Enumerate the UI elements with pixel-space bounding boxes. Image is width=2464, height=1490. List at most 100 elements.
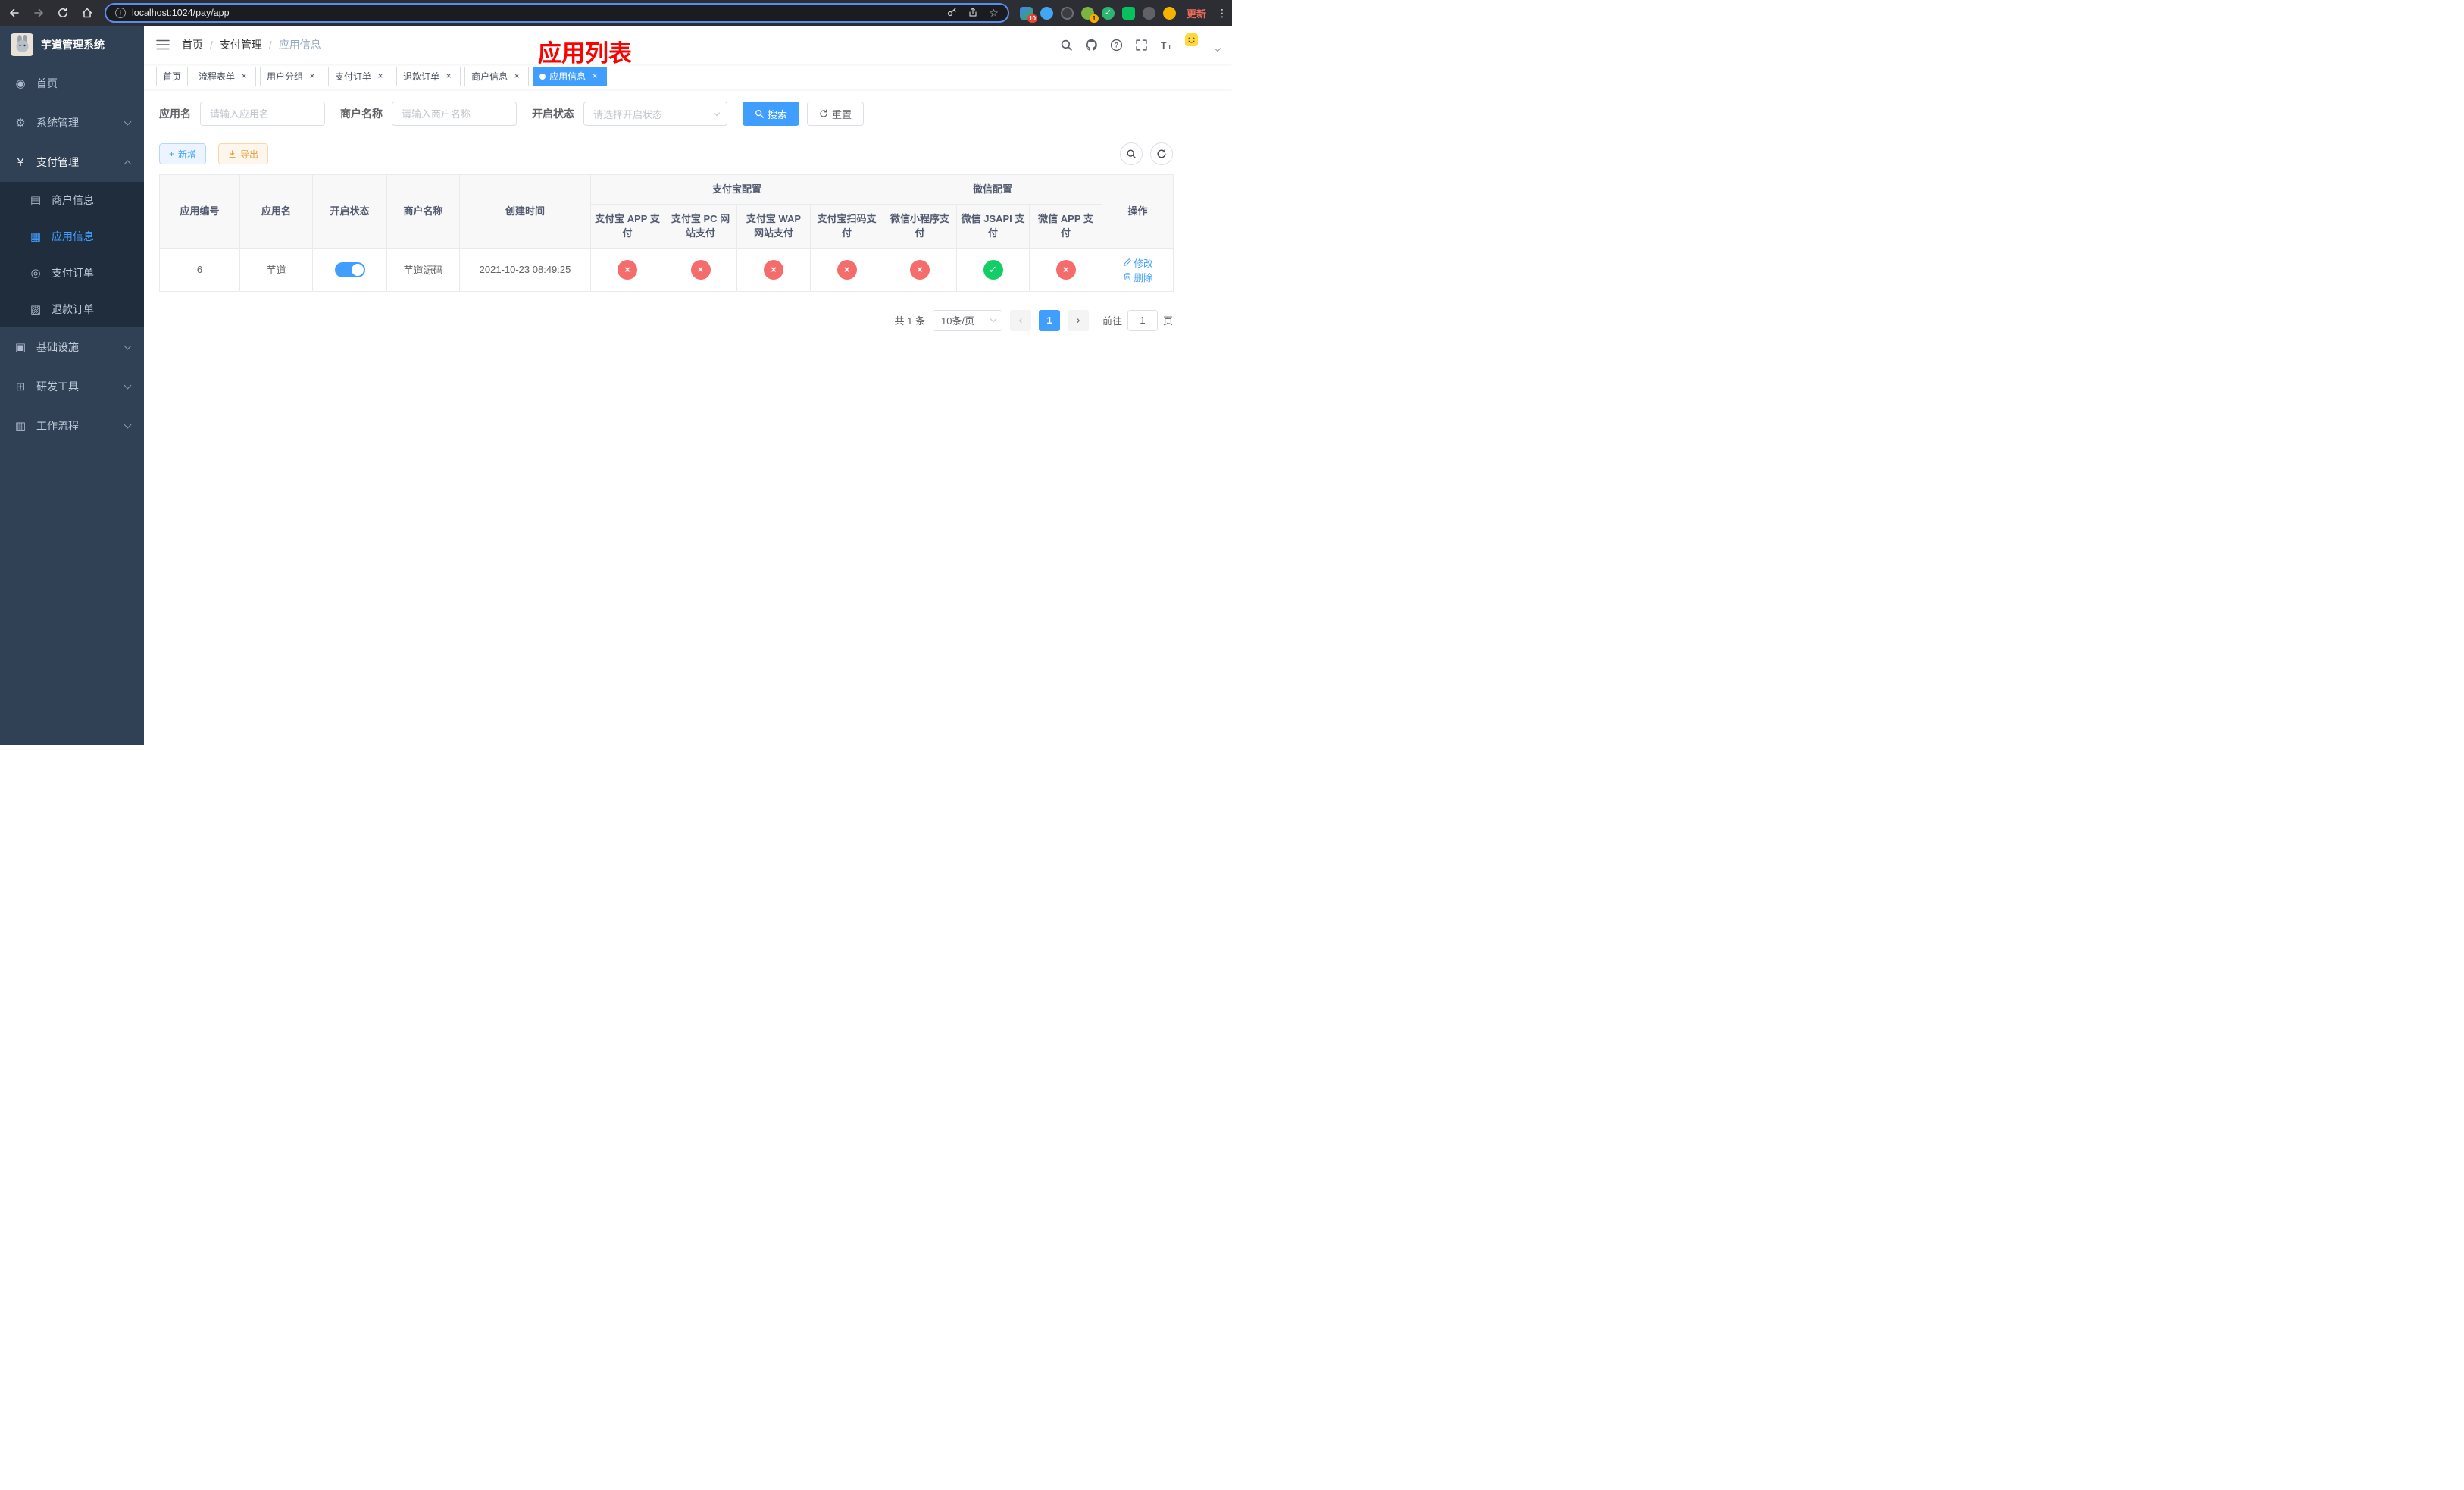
col-header-ops: 操作 — [1102, 174, 1174, 249]
tab-user-group[interactable]: 用户分组 × — [260, 66, 325, 86]
extension-puzzle-icon[interactable]: 10 — [1019, 6, 1037, 23]
chevron-down-icon[interactable] — [1214, 45, 1221, 52]
site-info-icon[interactable]: i — [115, 8, 126, 18]
tab-refund-order[interactable]: 退款订单 × — [396, 66, 461, 86]
close-icon[interactable]: × — [511, 70, 522, 82]
table-row: 6 芋道 芋道源码 2021-10-23 08:49:25 × × × × × … — [159, 247, 1174, 292]
infra-icon: ▣ — [14, 341, 27, 354]
status-label: 开启状态 — [532, 108, 574, 120]
goto-page-input[interactable] — [1127, 309, 1158, 331]
export-button[interactable]: 导出 — [218, 143, 269, 164]
close-icon[interactable]: × — [307, 70, 317, 82]
tab-pay-order[interactable]: 支付订单 × — [328, 66, 393, 86]
avatar[interactable] — [1185, 33, 1208, 56]
tab-app-info[interactable]: 应用信息 × — [533, 66, 608, 86]
sidebar-item-infra[interactable]: ▣ 基础设施 — [0, 327, 144, 367]
page-size-select[interactable]: 10条/页 — [932, 309, 1002, 331]
cell-id: 6 — [159, 247, 240, 292]
svg-text:T: T — [1161, 40, 1167, 51]
refresh-table-button[interactable] — [1150, 142, 1173, 165]
browser-refresh-icon[interactable] — [56, 6, 70, 20]
breadcrumb-home[interactable]: 首页 — [182, 37, 203, 52]
status-toggle[interactable] — [334, 261, 365, 277]
close-icon[interactable]: × — [375, 70, 386, 82]
github-icon[interactable] — [1085, 39, 1098, 52]
extension-profile-icon[interactable]: 1 — [1080, 6, 1099, 23]
close-icon[interactable]: × — [443, 70, 454, 82]
browser-home-icon[interactable] — [80, 6, 94, 20]
pagination-total: 共 1 条 — [894, 315, 925, 327]
sidebar-item-payment[interactable]: ¥ 支付管理 — [0, 142, 144, 182]
app-title: 芋道管理系统 — [41, 39, 105, 51]
password-key-icon[interactable] — [946, 7, 957, 20]
alipay-wap-status-icon: × — [764, 259, 783, 280]
browser-update-button[interactable]: 更新 — [1187, 6, 1206, 20]
extension-chat-icon[interactable] — [1121, 6, 1135, 20]
tab-home[interactable]: 首页 — [156, 66, 189, 86]
sidebar-item-merchant-info[interactable]: ▤ 商户信息 — [0, 182, 144, 218]
browser-forward-icon[interactable] — [32, 6, 45, 20]
col-header-merchant: 商户名称 — [386, 174, 460, 249]
next-page-button[interactable]: › — [1067, 309, 1089, 331]
dashboard-icon: ◉ — [15, 77, 26, 90]
col-header-alipay-wap: 支付宝 WAP 网站支付 — [736, 203, 811, 249]
sidebar-item-system[interactable]: ⚙ 系统管理 — [0, 103, 144, 142]
sidebar: 芋道管理系统 ◉ 首页 ⚙ 系统管理 ¥ 支付管理 ▤ 商户信息 ▦ 应用信息 … — [0, 26, 144, 745]
add-button[interactable]: + 新增 — [159, 143, 207, 164]
toggle-search-button[interactable] — [1120, 142, 1143, 165]
page-size-value: 10条/页 — [940, 315, 975, 327]
prev-page-button[interactable]: ‹ — [1009, 309, 1031, 331]
font-size-icon[interactable]: TT — [1160, 39, 1173, 52]
status-select[interactable]: 请选择开启状态 — [583, 102, 727, 126]
extension-puzzle-dark-icon[interactable] — [1142, 6, 1155, 20]
sidebar-item-devtools[interactable]: ⊞ 研发工具 — [0, 367, 144, 406]
edit-button[interactable]: 修改 — [1123, 255, 1153, 270]
payment-submenu: ▤ 商户信息 ▦ 应用信息 ◎ 支付订单 ▨ 退款订单 — [0, 182, 144, 327]
tab-merchant-info[interactable]: 商户信息 × — [464, 66, 530, 86]
reset-button-label: 重置 — [832, 108, 852, 121]
sidebar-item-app-info[interactable]: ▦ 应用信息 — [0, 218, 144, 255]
workflow-icon: ▥ — [14, 420, 27, 433]
col-header-id: 应用编号 — [159, 174, 240, 249]
cell-name: 芋道 — [239, 247, 313, 292]
content: 应用名 商户名称 开启状态 请选择开启状态 — [144, 89, 1232, 745]
close-icon[interactable]: × — [589, 70, 600, 82]
sidebar-collapse-icon[interactable] — [156, 39, 170, 51]
bookmark-star-icon[interactable]: ☆ — [989, 8, 999, 18]
extension-face-icon[interactable] — [1162, 6, 1176, 20]
extension-dark-ring-icon[interactable] — [1060, 6, 1074, 20]
sidebar-item-label: 首页 — [36, 77, 58, 89]
extension-blue-icon[interactable] — [1040, 6, 1053, 20]
extension-check-icon[interactable]: ✓ — [1101, 6, 1115, 20]
fullscreen-icon[interactable] — [1135, 39, 1148, 52]
delete-button[interactable]: 删除 — [1123, 270, 1153, 284]
sidebar-item-pay-order[interactable]: ◎ 支付订单 — [0, 255, 144, 291]
tab-process-form[interactable]: 流程表单 × — [192, 66, 257, 86]
browser-menu-icon[interactable]: ⋮ — [1217, 7, 1227, 20]
browser-extensions: 10 1 ✓ — [1019, 6, 1176, 23]
sidebar-item-home[interactable]: ◉ 首页 — [0, 64, 144, 103]
col-header-alipay-app: 支付宝 APP 支付 — [590, 203, 664, 249]
sidebar-item-label: 支付管理 — [36, 156, 79, 168]
close-icon[interactable]: × — [239, 70, 249, 82]
app-name-input[interactable] — [200, 102, 325, 126]
reset-button[interactable]: 重置 — [807, 102, 865, 126]
share-icon[interactable] — [968, 7, 978, 20]
url-text[interactable]: localhost:1024/pay/app — [132, 8, 940, 18]
search-icon[interactable] — [1060, 39, 1073, 52]
address-bar[interactable]: i localhost:1024/pay/app ☆ — [105, 3, 1009, 23]
yen-icon: ¥ — [17, 155, 24, 169]
merchant-name-input[interactable] — [392, 102, 517, 126]
current-page[interactable]: 1 — [1038, 309, 1060, 331]
main-area: 首页 / 支付管理 / 应用信息 应用列表 ? T T 首页 流程表单 × 用户… — [144, 26, 1232, 745]
search-button[interactable]: 搜索 — [743, 102, 800, 126]
sidebar-item-refund-order[interactable]: ▨ 退款订单 — [0, 291, 144, 327]
sidebar-item-workflow[interactable]: ▥ 工作流程 — [0, 406, 144, 446]
group-header-alipay: 支付宝配置 — [589, 174, 884, 205]
help-icon[interactable]: ? — [1110, 39, 1123, 52]
breadcrumb-payment[interactable]: 支付管理 — [220, 37, 262, 52]
col-header-wx-app: 微信 APP 支付 — [1029, 203, 1103, 249]
browser-back-icon[interactable] — [8, 6, 21, 20]
app-logo-row[interactable]: 芋道管理系统 — [0, 26, 144, 64]
chevron-down-icon — [124, 421, 132, 428]
